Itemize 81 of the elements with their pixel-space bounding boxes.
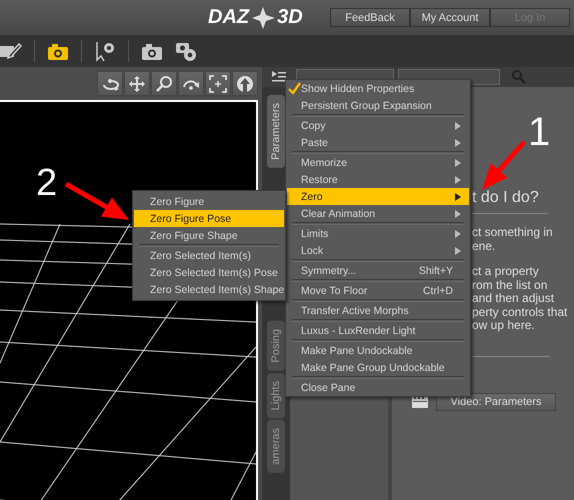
up-arrow-button[interactable] bbox=[232, 71, 258, 96]
logo-text: 3D bbox=[277, 6, 303, 29]
menu-item[interactable]: Clear Animation bbox=[287, 205, 469, 222]
header-button[interactable]: My Account bbox=[410, 8, 490, 27]
menu-label: Luxus - LuxRender Light bbox=[301, 324, 416, 336]
cursor-gear-icon[interactable] bbox=[94, 40, 116, 62]
search-button[interactable] bbox=[151, 71, 177, 96]
menu-item[interactable]: Symmetry... Shift+Y bbox=[287, 262, 469, 279]
menu-item[interactable]: Zero Selected Item(s) Pose bbox=[134, 264, 284, 281]
help-text: ene. bbox=[472, 240, 496, 253]
menu-label: Zero Figure Pose bbox=[150, 212, 232, 224]
help-text: ct a property bbox=[472, 265, 540, 278]
menu-item[interactable]: Show Hidden Properties bbox=[287, 80, 469, 97]
menu-label: Close Pane bbox=[301, 382, 356, 394]
menu-item[interactable]: Lock bbox=[287, 242, 469, 259]
menu-label: Lock bbox=[301, 244, 324, 256]
arrow bbox=[64, 182, 129, 220]
help-text: perty controls that bbox=[472, 306, 568, 319]
menu-item[interactable]: Persistent Group Expansion bbox=[287, 97, 469, 114]
annotation-number: 1 bbox=[528, 112, 550, 152]
menu-label: Show Hidden Properties bbox=[301, 82, 414, 94]
annotation-number: 2 bbox=[36, 163, 58, 203]
menu-item[interactable]: Memorize bbox=[287, 154, 469, 171]
pencil-icon[interactable] bbox=[0, 40, 22, 62]
menu-label: Symmetry... bbox=[301, 264, 356, 276]
side-tab[interactable]: Posing bbox=[267, 320, 285, 370]
menu-label: Zero Selected Item(s) Shape bbox=[150, 284, 284, 296]
menu-item[interactable]: Zero bbox=[287, 188, 469, 205]
help-text: ow up here. bbox=[472, 319, 536, 332]
menu-item[interactable]: Zero Figure Shape bbox=[134, 227, 284, 244]
frame-button[interactable] bbox=[205, 71, 231, 96]
frame-icon bbox=[209, 74, 227, 92]
menu-label: Memorize bbox=[301, 156, 348, 168]
video-button[interactable]: Video: Parameters bbox=[436, 392, 556, 410]
menu-label: Paste bbox=[301, 136, 328, 148]
menu-item[interactable]: Transfer Active Morphs bbox=[287, 302, 469, 319]
side-tab[interactable]: Lights bbox=[267, 372, 285, 418]
menu-item[interactable]: Zero Figure bbox=[134, 193, 284, 210]
menu-label: Persistent Group Expansion bbox=[301, 100, 432, 112]
menu-item[interactable]: Make Pane Undockable bbox=[287, 342, 469, 359]
pane-menu-icon[interactable] bbox=[272, 71, 286, 83]
menu-label: Zero Figure bbox=[150, 196, 204, 208]
help-heading: t do I do? bbox=[472, 188, 548, 214]
menu-item[interactable]: Zero Selected Item(s) bbox=[134, 247, 284, 264]
menu-item[interactable]: Limits bbox=[287, 225, 469, 242]
menu-label: Zero Selected Item(s) bbox=[150, 250, 251, 262]
menu-label: Transfer Active Morphs bbox=[301, 304, 409, 316]
menu-item[interactable]: Luxus - LuxRender Light bbox=[287, 322, 469, 339]
help-text: and then adjust bbox=[472, 292, 556, 306]
help-text: rom the list on bbox=[472, 278, 548, 292]
shortcut-text: Ctrl+D bbox=[422, 284, 453, 296]
arc-arrow-button[interactable] bbox=[178, 71, 204, 96]
header-button[interactable]: FeedBack bbox=[330, 8, 410, 27]
menu-label: Clear Animation bbox=[301, 208, 376, 220]
orbit-button[interactable] bbox=[97, 71, 123, 96]
menu-item[interactable]: Copy bbox=[287, 117, 469, 134]
arrow bbox=[482, 140, 526, 190]
star-icon bbox=[250, 6, 276, 30]
camera-gear-icon[interactable] bbox=[175, 40, 197, 62]
menu-item[interactable]: Make Pane Group Undockable bbox=[287, 359, 469, 376]
side-tab[interactable]: ameras bbox=[267, 420, 285, 473]
menu-label: Copy bbox=[301, 120, 326, 132]
help-text: ct something in bbox=[472, 226, 554, 240]
menu-item[interactable]: Zero Selected Item(s) Shape bbox=[134, 281, 284, 298]
menu-label: Make Pane Undockable bbox=[301, 344, 412, 356]
menu-label: Limits bbox=[301, 228, 328, 240]
menu-item[interactable]: Paste bbox=[287, 134, 469, 151]
shortcut-text: Shift+Y bbox=[418, 264, 453, 276]
menu-label: Make Pane Group Undockable bbox=[301, 362, 445, 374]
move-icon bbox=[128, 74, 146, 92]
search-icon bbox=[155, 74, 173, 92]
menu-item[interactable]: Move To Floor Ctrl+D bbox=[287, 282, 469, 299]
menu-label: Move To Floor bbox=[301, 284, 368, 296]
menu-label: Restore bbox=[301, 174, 338, 186]
logo-text: DAZ bbox=[208, 6, 250, 29]
menu-label: Zero Figure Shape bbox=[150, 230, 238, 242]
menu-item[interactable]: Zero Figure Pose bbox=[134, 210, 284, 227]
menu-label: Zero Selected Item(s) Pose bbox=[150, 266, 278, 278]
menu-label: Zero bbox=[301, 190, 323, 202]
move-button[interactable] bbox=[124, 71, 150, 96]
side-tab[interactable]: Parameters bbox=[267, 95, 285, 168]
